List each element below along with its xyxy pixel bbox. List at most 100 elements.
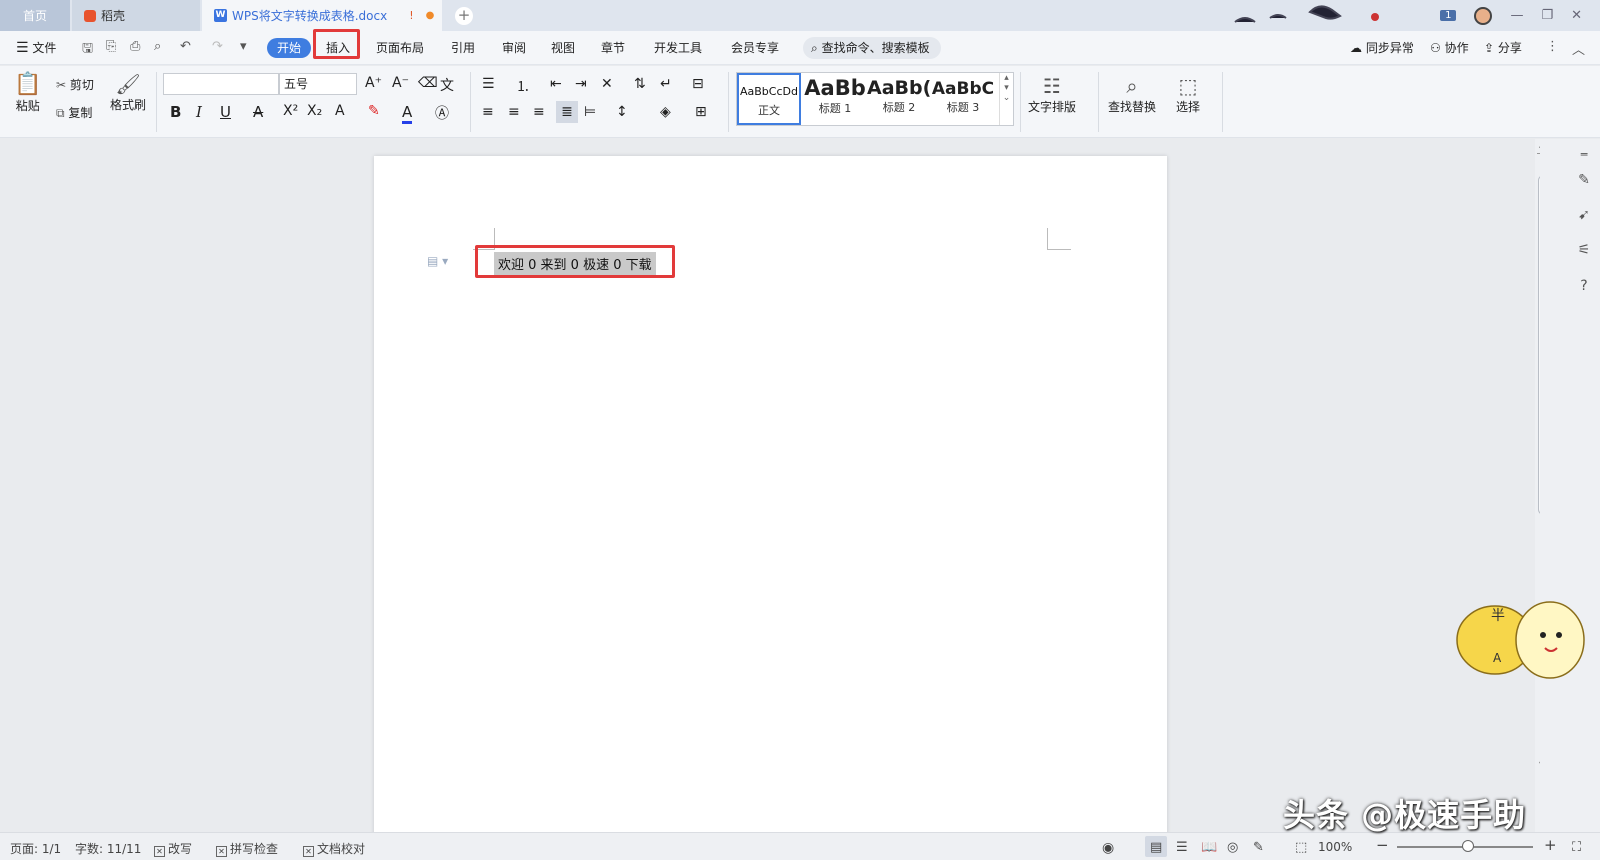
fullscreen-icon[interactable]: ⛶ <box>1572 840 1581 855</box>
char-border-icon[interactable]: Ⓐ <box>435 103 449 123</box>
style-normal[interactable]: AaBbCcDd 正文 <box>737 73 801 125</box>
tab-stops-icon[interactable]: ⊟ <box>692 76 704 92</box>
reading-view-icon[interactable]: 📖 <box>1201 840 1217 855</box>
tab-section[interactable]: 章节 <box>601 38 625 58</box>
command-search-input[interactable]: ⌕ 查找命令、搜索模板 <box>803 37 941 59</box>
avatar[interactable] <box>1474 6 1493 25</box>
style-heading-2[interactable]: AaBb( 标题 2 <box>867 73 931 125</box>
sort-icon[interactable]: ⇅ <box>634 76 646 92</box>
tab-page-layout[interactable]: 页面布局 <box>376 38 424 58</box>
share-button[interactable]: ⇪ 分享 <box>1484 38 1522 58</box>
proofread-toggle[interactable]: ✕ 文档校对 <box>303 840 365 857</box>
help-icon[interactable]: ? <box>1575 278 1593 296</box>
save-icon[interactable]: 🖫 <box>82 39 93 61</box>
more-icon[interactable]: ⋮ <box>1546 39 1559 54</box>
print-icon[interactable]: ⎙ <box>130 39 140 54</box>
zoom-slider-knob[interactable] <box>1462 840 1474 852</box>
grow-font-icon[interactable]: A⁺ <box>365 75 382 91</box>
shrink-font-icon[interactable]: A⁻ <box>392 75 409 91</box>
superscript-icon[interactable]: X² <box>283 103 298 119</box>
minimize-button[interactable]: — <box>1510 8 1523 23</box>
copy-button[interactable]: ⧉ 复制 <box>56 104 92 121</box>
strikethrough-icon[interactable]: A <box>253 103 263 121</box>
zoom-level[interactable]: 100% <box>1318 840 1352 854</box>
tab-references[interactable]: 引用 <box>451 38 475 58</box>
export-icon[interactable]: ⎘ <box>106 39 116 54</box>
outline-view-icon[interactable]: ☰ <box>1176 840 1188 855</box>
tab-developer[interactable]: 开发工具 <box>654 38 702 58</box>
style-heading-1[interactable]: AaBb 标题 1 <box>803 73 867 125</box>
style-gallery-scroll[interactable]: ▴ ▾ ⌄ <box>999 73 1013 125</box>
page-view-icon[interactable]: ▤ <box>1150 840 1162 855</box>
file-menu[interactable]: ☰ 文件 <box>16 38 56 58</box>
align-left-icon[interactable]: ≡ <box>482 104 494 120</box>
tab-start[interactable]: 开始 <box>267 38 312 58</box>
paragraph-mark-icon[interactable]: ↵ <box>660 76 672 92</box>
bold-icon[interactable]: B <box>170 103 181 121</box>
find-replace-button[interactable]: ⌕ 查找替换 <box>1108 74 1156 115</box>
phonetic-icon[interactable]: 文 <box>440 75 454 95</box>
zoom-in-button[interactable]: + <box>1544 836 1557 854</box>
redo-icon[interactable]: ↷ <box>212 39 223 54</box>
decrease-indent-icon[interactable]: ⇤ <box>550 76 562 92</box>
increase-indent-icon[interactable]: ⇥ <box>575 76 587 92</box>
settings-sliders-icon[interactable]: ⚟ <box>1575 242 1593 260</box>
align-center-icon[interactable]: ≡ <box>508 104 520 120</box>
collapse-ribbon-icon[interactable]: ︿ <box>1572 39 1585 58</box>
page-indicator[interactable]: 页面: 1/1 <box>10 840 61 857</box>
panel-handle-icon[interactable]: ═ <box>1575 148 1593 166</box>
zoom-out-button[interactable]: − <box>1376 836 1389 854</box>
tab-document[interactable]: W WPS将文字转换成表格.docx ! ● <box>202 0 442 31</box>
web-view-icon[interactable]: ◎ <box>1227 840 1238 855</box>
style-heading-3[interactable]: AaBbC 标题 3 <box>931 73 995 125</box>
clear-format-icon[interactable]: ⌫ <box>418 75 438 91</box>
text-layout-button[interactable]: ☷ 文字排版 <box>1028 74 1076 115</box>
borders-icon[interactable]: ⊞ <box>695 104 707 120</box>
restore-button[interactable]: ❐ <box>1541 8 1553 23</box>
font-name-input[interactable] <box>163 73 279 95</box>
font-size-select[interactable]: 五号 <box>279 73 357 95</box>
tab-member[interactable]: 会员专享 <box>731 38 779 58</box>
close-button[interactable]: ✕ <box>1571 8 1582 23</box>
format-painter-button[interactable]: 🖌 格式刷 <box>110 72 146 113</box>
bullet-list-icon[interactable]: ☰ <box>482 76 495 92</box>
mascot-icon[interactable]: 半 A <box>1455 590 1585 680</box>
new-tab-button[interactable]: + <box>455 7 473 25</box>
paragraph-handle-icon[interactable]: ▤ ▾ <box>427 254 448 268</box>
highlight-color-icon[interactable]: ✎ <box>368 103 380 119</box>
justify-icon[interactable]: ≣ <box>556 101 578 123</box>
distributed-align-icon[interactable]: ⊨ <box>584 104 596 120</box>
eye-protection-icon[interactable]: ◉ <box>1102 840 1114 856</box>
chinese-layout-icon[interactable]: ✕ <box>601 76 613 92</box>
text-effect-icon[interactable]: A <box>335 103 345 119</box>
line-spacing-icon[interactable]: ↕ <box>616 104 628 120</box>
tab-review[interactable]: 审阅 <box>502 38 526 58</box>
collaborate-button[interactable]: ⚇ 协作 <box>1430 38 1469 58</box>
tab-home[interactable]: 首页 <box>0 0 70 31</box>
font-color-icon[interactable]: A <box>402 103 413 124</box>
subscript-icon[interactable]: X₂ <box>307 103 322 119</box>
edit-pen-icon[interactable]: ✎ <box>1575 172 1593 190</box>
fit-page-icon[interactable]: ⬚ <box>1295 840 1307 855</box>
align-right-icon[interactable]: ≡ <box>533 104 545 120</box>
cut-button[interactable]: ✂ 剪切 <box>56 76 94 93</box>
numbered-list-icon[interactable]: ⒈ <box>516 76 530 96</box>
tab-view[interactable]: 视图 <box>551 38 575 58</box>
overwrite-toggle[interactable]: ✕ 改写 <box>154 840 192 857</box>
word-count[interactable]: 字数: 11/11 <box>75 840 141 857</box>
notification-badge[interactable]: 1 <box>1440 10 1457 21</box>
preview-icon[interactable]: ⌕ <box>154 39 161 54</box>
sync-status-button[interactable]: ☁ 同步异常 <box>1350 38 1414 58</box>
customize-dropdown-icon[interactable]: ▾ <box>240 39 247 54</box>
document-page[interactable]: ▤ ▾ 欢迎 0 来到 0 极速 0 下载 <box>374 156 1167 836</box>
paste-button[interactable]: 📋 粘贴 <box>14 72 41 114</box>
shading-icon[interactable]: ◈ <box>660 104 671 120</box>
tab-daoke[interactable]: 稻壳 <box>72 0 200 31</box>
pointer-icon[interactable]: ➹ <box>1575 207 1593 225</box>
write-mode-icon[interactable]: ✎ <box>1253 840 1264 855</box>
undo-icon[interactable]: ↶ <box>180 39 191 54</box>
underline-icon[interactable]: U <box>220 103 231 121</box>
italic-icon[interactable]: I <box>196 103 202 121</box>
warning-icon[interactable]: ! <box>409 9 413 22</box>
spell-check-toggle[interactable]: ✕ 拼写检查 <box>216 840 278 857</box>
